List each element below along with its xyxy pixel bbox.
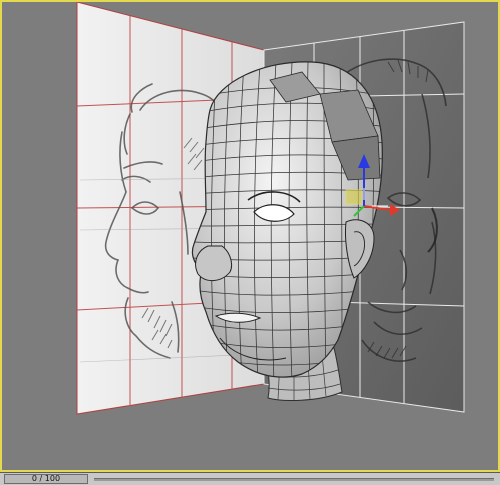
perspective-viewport[interactable] <box>0 0 500 472</box>
time-slider-bar: 0 / 100 <box>0 472 500 485</box>
time-slider-track[interactable] <box>94 478 494 481</box>
frame-counter[interactable]: 0 / 100 <box>4 474 88 484</box>
scene-render <box>76 2 465 415</box>
